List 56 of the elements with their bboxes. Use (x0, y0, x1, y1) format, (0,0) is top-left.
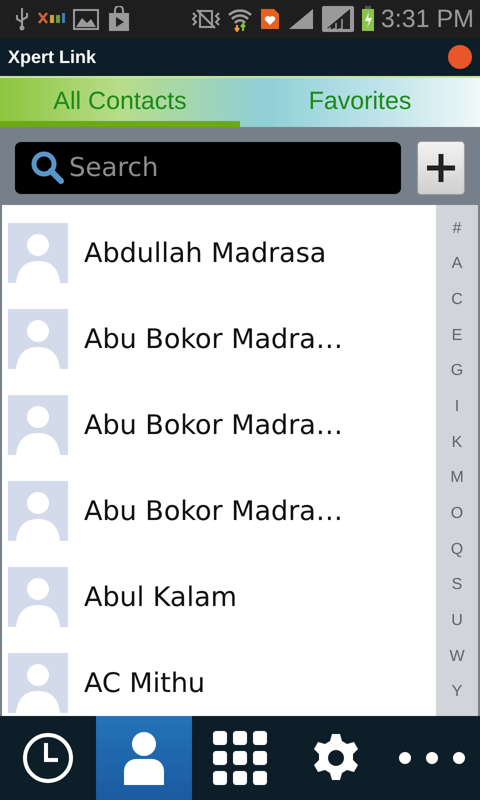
index-letter[interactable]: Q (450, 540, 464, 559)
status-dot (448, 45, 472, 69)
index-letter[interactable]: S (452, 576, 462, 594)
contacts-tab[interactable] (96, 716, 192, 800)
contact-item[interactable]: Abul Kalam (2, 554, 436, 640)
avatar-icon (8, 223, 68, 283)
dialpad-icon (213, 731, 267, 785)
add-contact-button[interactable] (417, 141, 465, 195)
clock-icon (21, 731, 75, 785)
index-letter[interactable]: O (450, 504, 464, 523)
contact-name: Abu Bokor Madra… (84, 410, 343, 440)
index-letter[interactable]: M (450, 469, 464, 488)
more-icon (398, 751, 466, 765)
index-letter[interactable]: C (451, 291, 463, 310)
avatar-icon (8, 653, 68, 713)
contact-item[interactable]: Abu Bokor Madra… (2, 468, 436, 554)
avatar-icon (8, 395, 68, 455)
contact-item[interactable]: AC Mithu (2, 640, 436, 716)
tab[interactable]: All Contacts (0, 78, 240, 127)
index-letter[interactable]: K (452, 434, 462, 452)
contact-item[interactable]: Abu Bokor Madra… (2, 382, 436, 468)
contact-item[interactable]: Abu Bokor Madra… (2, 296, 436, 382)
contact-name: AC Mithu (84, 668, 206, 698)
play-store-icon (106, 6, 132, 32)
avatar-icon (8, 309, 68, 369)
index-letter[interactable]: U (451, 612, 463, 630)
index-letter[interactable]: # (452, 220, 462, 238)
contact-name: Abul Kalam (84, 582, 237, 612)
alphabet-index-bar[interactable]: # A C E G I K M O Q S U W Y (436, 205, 478, 716)
contact-name: Abu Bokor Madra… (84, 324, 343, 354)
app-title: Xpert Link (8, 46, 96, 68)
heart-app-icon (258, 7, 281, 31)
search-field[interactable]: Search (15, 142, 401, 194)
vibrate-icon (190, 8, 221, 30)
avatar-icon (8, 481, 68, 541)
search-input[interactable]: Search (67, 152, 395, 184)
person-icon (122, 731, 166, 785)
tab[interactable]: Favorites (240, 78, 480, 127)
signal-icon (286, 7, 315, 31)
battery-charging-icon (360, 6, 375, 32)
contact-name: Abdullah Madrasa (84, 238, 326, 268)
signal-icon (320, 5, 355, 33)
index-letter[interactable]: W (449, 648, 465, 666)
avatar-icon (8, 567, 68, 627)
index-letter[interactable]: A (452, 255, 462, 274)
plus-icon (424, 151, 458, 185)
index-letter[interactable]: Y (452, 683, 462, 702)
usb-icon (14, 7, 30, 31)
index-letter[interactable]: G (450, 362, 464, 380)
contact-name: Abu Bokor Madra… (84, 496, 343, 526)
search-icon (29, 149, 67, 187)
index-letter[interactable]: E (452, 326, 462, 345)
clock-time: 3:31 PM (380, 4, 474, 34)
contact-item[interactable]: Abdullah Madrasa (2, 210, 436, 296)
index-letter[interactable]: I (454, 398, 460, 416)
image-icon (72, 7, 100, 31)
